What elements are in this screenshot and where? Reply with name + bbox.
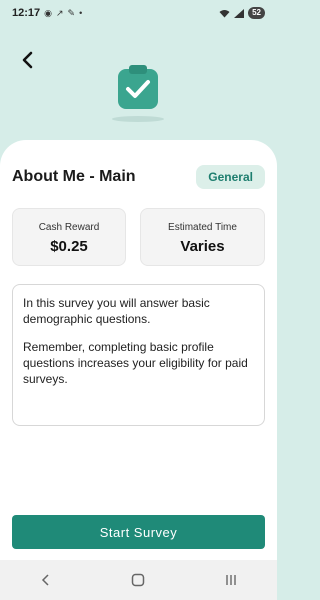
estimated-time-value: Varies [180,238,225,255]
start-survey-button[interactable]: Start Survey [12,515,265,549]
broom-icon: ✎ [67,7,76,18]
status-bar: 12:17 ◉ ↗ ✎ • 52 [0,0,277,26]
nav-recents-button[interactable] [216,565,246,595]
survey-description: In this survey you will answer basic dem… [12,284,265,426]
clipboard-check-icon [118,65,158,109]
battery-indicator: 52 [248,7,265,19]
signal-icon [234,8,245,18]
category-badge: General [196,165,265,189]
missed-call-icon: ↗ [56,7,64,18]
home-nav-icon [132,573,145,587]
hero-icon-shadow [112,116,164,122]
cash-reward-label: Cash Reward [38,222,100,233]
status-right: 52 [219,7,265,19]
nav-back-button[interactable] [31,565,61,595]
title-row: About Me - Main General [12,164,265,190]
cash-reward-value: $0.25 [50,238,88,255]
whatsapp-icon: ◉ [44,7,52,18]
notification-dot-icon: • [79,8,83,18]
system-nav-bar [0,560,277,600]
nav-home-button[interactable] [123,565,153,595]
chevron-left-icon [22,51,33,69]
status-left: 12:17 ◉ ↗ ✎ • [12,7,82,19]
back-nav-icon [42,574,49,586]
estimated-time-box: Estimated Time Varies [140,208,265,266]
estimated-time-label: Estimated Time [168,222,237,233]
wifi-icon [219,9,230,17]
recents-nav-icon [226,575,236,585]
cash-reward-box: Cash Reward $0.25 [12,208,126,266]
page-title: About Me - Main [12,168,136,185]
description-paragraph-2: Remember, completing basic profile quest… [23,340,248,386]
back-button[interactable] [16,48,40,72]
status-time: 12:17 [12,7,41,19]
description-paragraph-1: In this survey you will answer basic dem… [23,296,210,326]
